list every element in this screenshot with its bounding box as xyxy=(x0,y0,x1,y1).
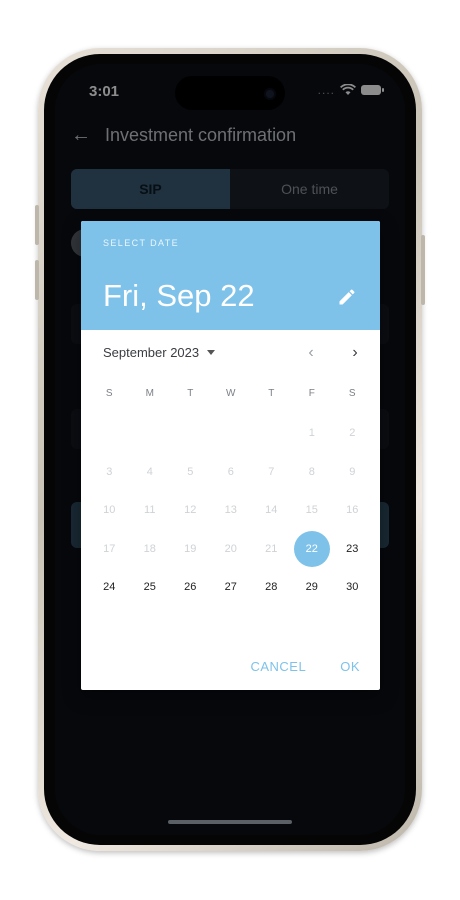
day-cell: 3 xyxy=(106,465,113,478)
empty-day-cell xyxy=(89,414,130,453)
day-cell[interactable]: 29 xyxy=(292,568,333,607)
chevron-right-icon[interactable]: › xyxy=(348,344,362,361)
side-button xyxy=(35,205,39,245)
day-cell: 6 xyxy=(227,465,234,478)
day-cell[interactable]: 23 xyxy=(332,530,373,569)
side-button xyxy=(421,235,425,305)
dialog-actions: CANCEL OK xyxy=(250,659,360,674)
date-picker-header: SELECT DATE Fri, Sep 22 xyxy=(81,221,380,330)
day-cell: 18 xyxy=(143,542,156,555)
home-indicator xyxy=(168,820,292,824)
weekday-label: T xyxy=(187,388,194,399)
day-cell[interactable]: 25 xyxy=(130,568,171,607)
weekday-label: W xyxy=(226,388,236,399)
caret-down-icon xyxy=(207,350,216,355)
day-cell: 9 xyxy=(349,465,356,478)
date-picker-dialog: SELECT DATE Fri, Sep 22 September 2023 ‹… xyxy=(81,221,380,690)
day-cell: 2 xyxy=(349,427,356,440)
day-cell: 11 xyxy=(144,504,156,517)
calendar-grid: 1 2 3 4 5 6 7 8 9 10 11 12 13 14 15 16 17 18 19 20 21 22 23 24 2… xyxy=(89,414,372,607)
day-cell[interactable]: 24 xyxy=(89,568,130,607)
day-cell: 7 xyxy=(268,465,275,478)
day-cell: 14 xyxy=(265,504,278,517)
empty-day-cell xyxy=(130,414,171,453)
day-cell[interactable]: 27 xyxy=(211,568,252,607)
day-cell-selected[interactable]: 22 xyxy=(292,530,333,569)
day-cell: 4 xyxy=(146,465,153,478)
day-cell: 19 xyxy=(184,542,197,555)
day-cell: 13 xyxy=(224,504,237,517)
weekday-label: T xyxy=(268,388,275,399)
pencil-icon[interactable] xyxy=(337,287,357,307)
day-cell[interactable]: 30 xyxy=(332,568,373,607)
weekday-header: S M T W T F S xyxy=(89,388,372,399)
day-cell: 12 xyxy=(184,504,197,517)
month-label: September 2023 xyxy=(103,345,200,360)
weekday-label: S xyxy=(348,388,356,399)
ok-button[interactable]: OK xyxy=(340,659,360,674)
day-cell: 20 xyxy=(224,542,237,555)
select-date-label: SELECT DATE xyxy=(103,238,180,248)
weekday-label: M xyxy=(145,388,154,399)
day-cell[interactable]: 28 xyxy=(251,568,292,607)
side-button xyxy=(35,260,39,300)
day-cell: 15 xyxy=(305,504,318,517)
cancel-button[interactable]: CANCEL xyxy=(250,659,306,674)
weekday-label: F xyxy=(308,388,315,399)
selected-date-display: Fri, Sep 22 xyxy=(103,278,255,313)
day-cell: 21 xyxy=(265,542,278,555)
empty-day-cell xyxy=(251,414,292,453)
month-selector[interactable]: September 2023 xyxy=(103,345,216,360)
empty-day-cell xyxy=(211,414,252,453)
weekday-label: S xyxy=(105,388,113,399)
day-cell: 8 xyxy=(308,465,315,478)
chevron-left-icon[interactable]: ‹ xyxy=(304,344,318,361)
day-cell: 5 xyxy=(187,465,194,478)
day-cell: 1 xyxy=(308,427,315,440)
empty-day-cell xyxy=(170,414,211,453)
day-cell: 10 xyxy=(103,504,116,517)
day-cell: 16 xyxy=(346,504,359,517)
day-cell[interactable]: 26 xyxy=(170,568,211,607)
day-cell: 17 xyxy=(103,542,116,555)
